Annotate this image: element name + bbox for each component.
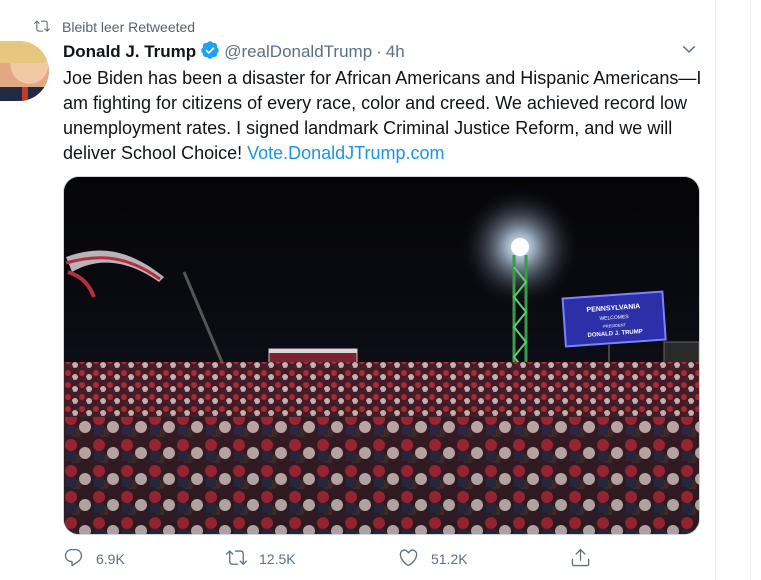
reply-count: 6.9K (96, 551, 125, 567)
tweet-photo[interactable]: PENNSYLVANIA WELCOMES PRESIDENT DONALD J… (63, 176, 700, 535)
tweet-actions: 6.9K 12.5K 51.2K (63, 545, 603, 573)
social-context-label: Bleibt leer Retweeted (62, 19, 196, 35)
share-button[interactable] (570, 547, 591, 571)
tweet-header: Donald J. Trump @realDonaldTrump · 4h (63, 40, 405, 64)
like-button[interactable]: 51.2K (398, 547, 468, 571)
chevron-down-icon (680, 40, 698, 63)
timestamp[interactable]: 4h (386, 42, 405, 62)
share-icon (570, 547, 591, 571)
right-gutter (717, 0, 761, 580)
heart-icon (398, 547, 419, 571)
retweet-icon (34, 18, 50, 37)
timeline-column: Bleibt leer Retweeted Donald J. Trump @r… (0, 0, 716, 580)
retweet-button[interactable]: 12.5K (226, 547, 296, 571)
display-name[interactable]: Donald J. Trump (63, 42, 196, 62)
retweet-count: 12.5K (259, 551, 296, 567)
more-options-button[interactable] (678, 40, 700, 62)
separator-dot: · (376, 42, 382, 61)
social-context[interactable]: Bleibt leer Retweeted (34, 18, 195, 36)
reply-button[interactable]: 6.9K (63, 547, 125, 571)
like-count: 51.2K (431, 551, 468, 567)
avatar[interactable] (0, 41, 49, 101)
retweet-icon (226, 547, 247, 571)
reply-icon (63, 547, 84, 571)
tweet-text: Joe Biden has been a disaster for Africa… (63, 66, 708, 166)
handle[interactable]: @realDonaldTrump (224, 42, 372, 62)
tweet-link[interactable]: Vote.DonaldJTrump.com (247, 143, 444, 163)
verified-badge-icon (200, 40, 220, 65)
